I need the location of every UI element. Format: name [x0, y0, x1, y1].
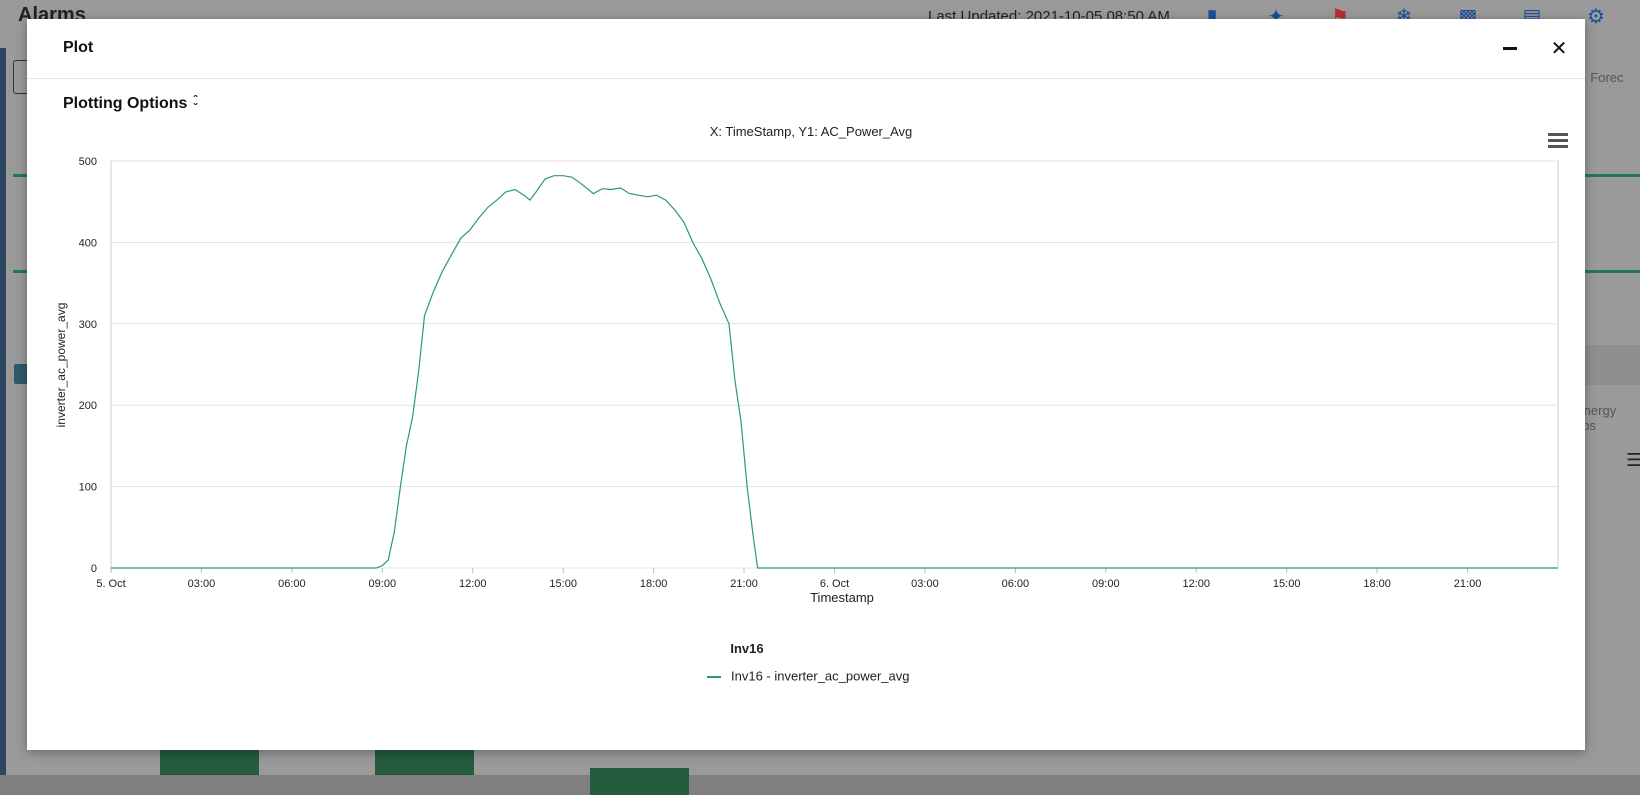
background-chip	[14, 364, 28, 384]
x-axis-ticks: 5. Oct 03:00 06:00 09:00 12:00 15:00 18:00 21:0…	[96, 568, 1481, 590]
x-tick-label: 21:00	[730, 578, 758, 590]
y-tick-label: 300	[79, 319, 97, 331]
plot-modal: Plot ✕ Plotting Options ˆˇ X: TimeStamp,…	[27, 19, 1585, 750]
green-divider	[1585, 174, 1640, 177]
x-tick-label: 15:00	[549, 578, 577, 590]
y-axis-label: inverter_ac_power_avg	[54, 303, 68, 428]
x-axis-label: Timestamp	[810, 590, 874, 605]
green-divider	[1585, 270, 1640, 273]
chart-title: X: TimeStamp, Y1: AC_Power_Avg	[710, 124, 913, 139]
y-tick-label: 400	[79, 237, 97, 249]
tab-forecast[interactable]: Forec	[1590, 70, 1623, 85]
y-tick-label: 500	[79, 156, 97, 168]
background-band	[1585, 345, 1640, 385]
y-tick-label: 100	[79, 482, 97, 494]
x-tick-label: 03:00	[911, 578, 939, 590]
x-tick-label: 21:00	[1454, 578, 1482, 590]
y-tick-label: 200	[79, 400, 97, 412]
legend-label: Inv16 - inverter_ac_power_avg	[731, 668, 910, 683]
x-tick-label: 18:00	[640, 578, 668, 590]
x-tick-label: 18:00	[1363, 578, 1391, 590]
y-axis-ticks: 0 100 200 300 400 500	[79, 156, 97, 575]
x-tick-label: 09:00	[369, 578, 397, 590]
line-chart: X: TimeStamp, Y1: AC_Power_Avg 0 100 200 30…	[54, 124, 1559, 683]
x-tick-label: 09:00	[1092, 578, 1120, 590]
background-menu-icon[interactable]: ☰	[1626, 450, 1640, 471]
legend-item[interactable]: Inv16 - inverter_ac_power_avg	[707, 668, 910, 683]
x-tick-label: 5. Oct	[96, 578, 125, 590]
chart-series	[111, 175, 1558, 569]
x-tick-label: 6. Oct	[820, 578, 849, 590]
background-bar	[590, 768, 689, 795]
legend-title: Inv16	[730, 641, 763, 656]
x-tick-label: 12:00	[459, 578, 487, 590]
background-bar	[375, 748, 474, 775]
x-tick-label: 12:00	[1182, 578, 1210, 590]
x-tick-label: 06:00	[278, 578, 306, 590]
x-tick-label: 15:00	[1273, 578, 1301, 590]
plot-area-frame	[110, 160, 1559, 569]
user-icon[interactable]: ☻	[1628, 5, 1640, 29]
y-tick-label: 0	[91, 563, 97, 575]
x-tick-label: 06:00	[1002, 578, 1030, 590]
x-tick-label: 03:00	[188, 578, 216, 590]
left-nav-strip	[0, 48, 6, 775]
series-line	[111, 175, 1558, 569]
chart-grid	[110, 160, 1559, 569]
background-bar	[160, 748, 259, 775]
